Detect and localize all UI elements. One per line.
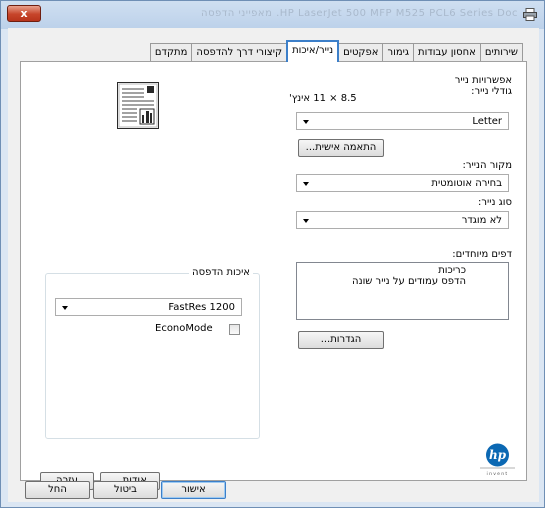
title-bar[interactable]: x HP LaserJet 500 MFP M525 PCL6 Series D…	[1, 1, 544, 29]
paper-size-label: גודלי נייר:	[471, 86, 512, 97]
page-preview-icon	[117, 82, 159, 129]
paper-size-dropdown[interactable]: Letter	[296, 112, 509, 130]
special-pages-list[interactable]: כריכות הדפס עמודים על נייר שונה	[296, 262, 509, 320]
paper-size-dimensions: 8.5 × 11 אינץ'	[289, 93, 357, 104]
tab-effects[interactable]: אפקטים	[338, 43, 384, 62]
resolution-value: FastRes 1200	[168, 302, 235, 313]
tab-services[interactable]: שירותים	[479, 43, 523, 62]
economode-checkbox[interactable]	[229, 324, 240, 335]
paper-size-value: Letter	[472, 116, 502, 127]
chevron-down-icon	[303, 182, 309, 186]
chevron-down-icon	[303, 219, 309, 223]
svg-text:invent: invent	[487, 471, 509, 477]
printer-icon	[523, 8, 537, 21]
tab-paper-quality[interactable]: נייר/איכות	[286, 40, 340, 62]
apply-button[interactable]: החל	[25, 481, 90, 499]
list-item[interactable]: כריכות	[438, 265, 466, 276]
svg-text:hp: hp	[489, 448, 507, 462]
list-item[interactable]: הדפס עמודים על נייר שונה	[352, 276, 466, 287]
tab-job-storage[interactable]: אחסון עבודות	[413, 43, 481, 62]
settings-button[interactable]: הגדרות...	[298, 331, 384, 349]
paper-type-dropdown[interactable]: לא מוגדר	[296, 211, 509, 229]
chevron-down-icon	[303, 120, 309, 124]
hp-logo: hp invent	[479, 442, 516, 477]
paper-source-label: מקור הנייר:	[462, 160, 512, 171]
tab-printing-shortcuts[interactable]: קיצורי דרך להדפסה	[191, 43, 288, 62]
paper-source-dropdown[interactable]: בחירה אוטומטית	[296, 174, 509, 192]
tab-finishing[interactable]: גימור	[382, 43, 414, 62]
tab-strip: מתקדם קיצורי דרך להדפסה נייר/איכות אפקטי…	[149, 40, 523, 62]
economode-label: EconoMode	[155, 323, 213, 334]
tab-panel: אפשרויות נייר גודלי נייר: 8.5 × 11 אינץ'…	[20, 61, 527, 490]
tab-advanced[interactable]: מתקדם	[149, 43, 193, 62]
dialog-body: מתקדם קיצורי דרך להדפסה נייר/איכות אפקטי…	[8, 28, 539, 502]
paper-type-value: לא מוגדר	[461, 215, 502, 226]
paper-options-title: אפשרויות נייר	[454, 75, 512, 86]
window-title: HP LaserJet 500 MFP M525 PCL6 Series Doc…	[201, 8, 518, 19]
paper-source-value: בחירה אוטומטית	[431, 178, 502, 189]
dialog-window: x HP LaserJet 500 MFP M525 PCL6 Series D…	[0, 0, 545, 508]
special-pages-label: דפים מיוחדים:	[452, 249, 512, 260]
ok-button[interactable]: אישור	[161, 481, 226, 499]
resolution-dropdown[interactable]: FastRes 1200	[55, 298, 242, 316]
custom-size-button[interactable]: התאמה אישית...	[298, 139, 384, 157]
cancel-button[interactable]: ביטול	[93, 481, 158, 499]
paper-type-label: סוג נייר:	[477, 197, 512, 208]
chevron-down-icon	[62, 306, 68, 310]
close-button[interactable]: x	[7, 5, 41, 22]
print-quality-title: איכות הדפסה	[189, 267, 253, 278]
print-quality-group: איכות הדפסה FastRes 1200 EconoMode	[45, 267, 260, 439]
